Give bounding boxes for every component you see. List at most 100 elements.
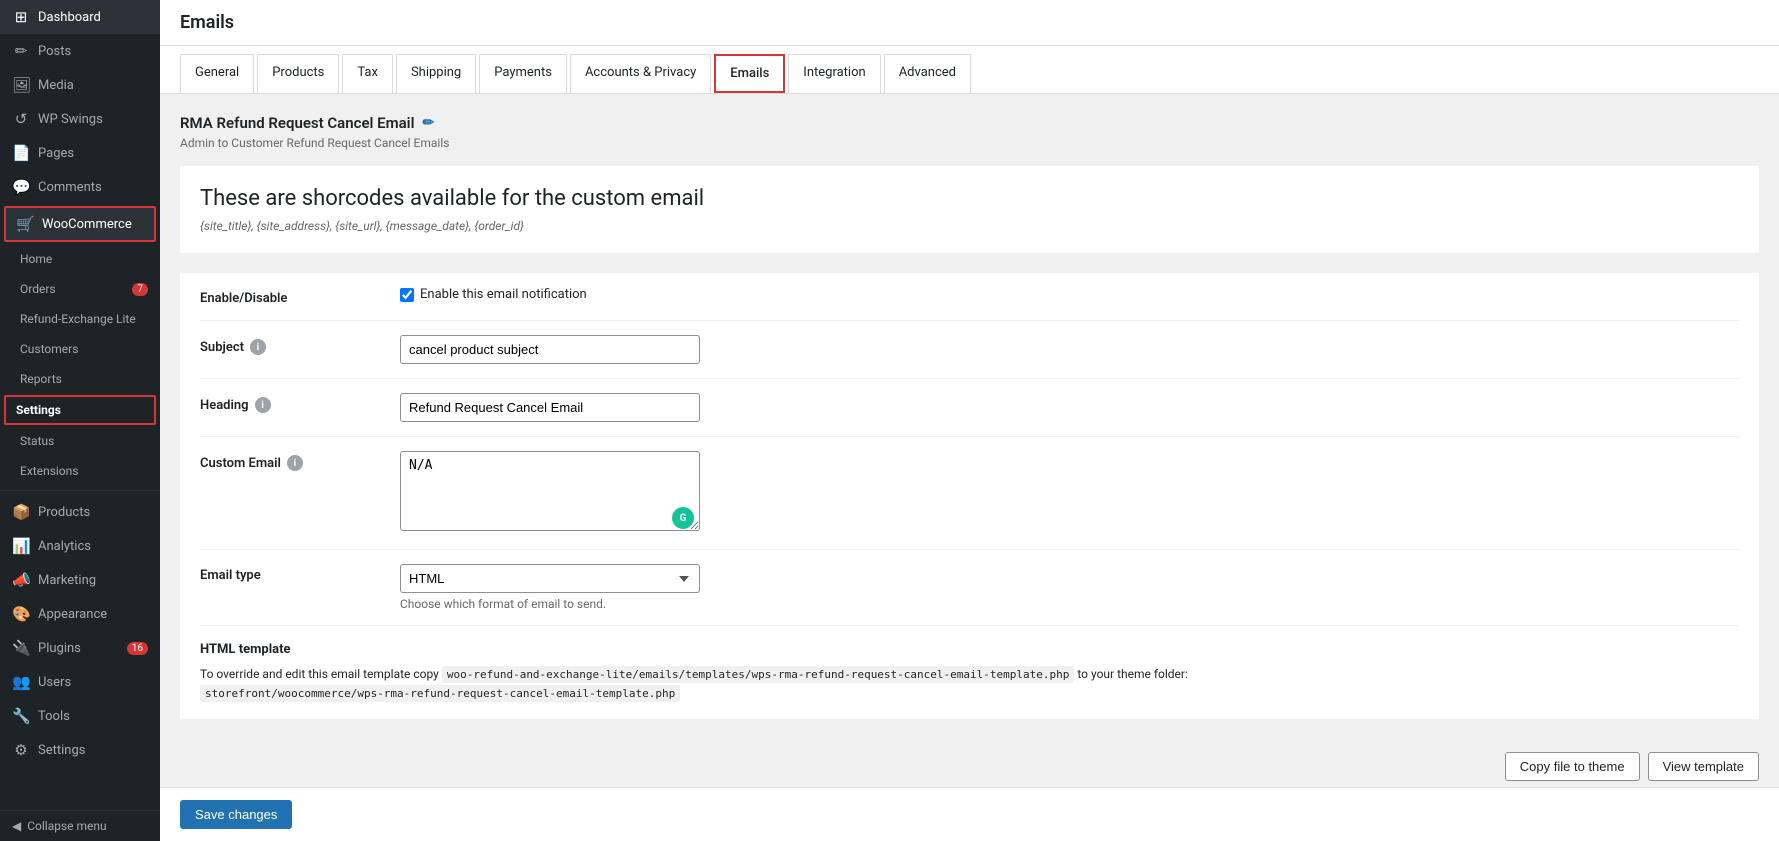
woocommerce-submenu: Home Orders 7 Refund-Exchange Lite Custo… [0, 244, 160, 486]
section-subtitle: Admin to Customer Refund Request Cancel … [180, 136, 1759, 150]
orders-badge: 7 [132, 283, 148, 296]
submenu-item-reports[interactable]: Reports [0, 364, 160, 394]
collapse-menu[interactable]: ◀ Collapse menu [0, 810, 160, 841]
sidebar-item-comments[interactable]: 💬 Comments [0, 170, 160, 204]
sidebar-item-users[interactable]: 👥 Users [0, 665, 160, 699]
template-actions: Copy file to theme View template [1505, 752, 1759, 781]
custom-email-info-icon[interactable]: i [287, 455, 303, 471]
tools-icon: 🔧 [12, 707, 30, 725]
tab-shipping[interactable]: Shipping [396, 54, 476, 93]
email-section-header: RMA Refund Request Cancel Email ✏ Admin … [180, 114, 1759, 150]
tabs-bar: General Products Tax Shipping Payments A… [160, 46, 1779, 94]
sidebar-item-dashboard[interactable]: ⊞ Dashboard [0, 0, 160, 34]
sidebar-item-appearance[interactable]: 🎨 Appearance [0, 597, 160, 631]
content-area: RMA Refund Request Cancel Email ✏ Admin … [160, 94, 1779, 787]
submenu-item-status[interactable]: Status [0, 426, 160, 456]
view-template-button[interactable]: View template [1648, 752, 1759, 781]
enable-checkbox-label[interactable]: Enable this email notification [420, 287, 587, 302]
subject-input[interactable] [400, 335, 700, 364]
subject-info-icon[interactable]: i [250, 339, 266, 355]
settings-icon: ⚙ [12, 741, 30, 759]
shortcodes-list: {site_title}, {site_address}, {site_url}… [200, 219, 1739, 233]
email-type-field: HTML Plain text Multipart Choose which f… [400, 564, 1739, 611]
tab-accounts-privacy[interactable]: Accounts & Privacy [570, 54, 711, 93]
sidebar-item-products[interactable]: 📦 Products [0, 495, 160, 529]
enable-label: Enable/Disable [200, 287, 400, 306]
sidebar-item-plugins[interactable]: 🔌 Plugins 16 [0, 631, 160, 665]
shortcodes-heading: These are shorcodes available for the cu… [200, 186, 1739, 211]
html-template-title: HTML template [200, 642, 1739, 657]
sidebar-item-wpswings[interactable]: ↺ WP Swings [0, 102, 160, 136]
section-title: RMA Refund Request Cancel Email ✏ [180, 114, 1759, 132]
form-table: Enable/Disable Enable this email notific… [180, 273, 1759, 626]
collapse-icon: ◀ [12, 819, 21, 833]
tab-emails[interactable]: Emails [714, 54, 785, 93]
sidebar-item-woocommerce[interactable]: 🛒 WooCommerce [4, 206, 156, 242]
page-title: Emails [180, 12, 1759, 33]
tab-general[interactable]: General [180, 54, 254, 93]
sidebar-item-settings[interactable]: ⚙ Settings [0, 733, 160, 767]
media-icon: 🖼 [12, 76, 30, 94]
sidebar-item-pages[interactable]: 📄 Pages [0, 136, 160, 170]
submenu-item-orders[interactable]: Orders 7 [0, 274, 160, 304]
submenu-item-customers[interactable]: Customers [0, 334, 160, 364]
html-template-text: To override and edit this email template… [200, 665, 1739, 703]
custom-email-field: N/A G [400, 451, 1739, 535]
submenu-item-extensions[interactable]: Extensions [0, 456, 160, 486]
copy-file-to-theme-button[interactable]: Copy file to theme [1505, 752, 1640, 781]
marketing-icon: 📣 [12, 571, 30, 589]
email-type-description: Choose which format of email to send. [400, 597, 1739, 611]
comments-icon: 💬 [12, 178, 30, 196]
tab-advanced[interactable]: Advanced [884, 54, 971, 93]
form-row-enable: Enable/Disable Enable this email notific… [200, 273, 1739, 321]
posts-icon: ✏ [12, 42, 30, 60]
sidebar-item-marketing[interactable]: 📣 Marketing [0, 563, 160, 597]
edit-pencil-icon[interactable]: ✏ [422, 115, 434, 131]
analytics-icon: 📊 [12, 537, 30, 555]
email-type-select[interactable]: HTML Plain text Multipart [400, 564, 700, 593]
tab-payments[interactable]: Payments [479, 54, 567, 93]
template-path-code: woo-refund-and-exchange-lite/emails/temp… [442, 666, 1075, 683]
tab-integration[interactable]: Integration [788, 54, 880, 93]
wpswings-icon: ↺ [12, 110, 30, 128]
grammarly-icon: G [672, 507, 694, 529]
form-row-subject: Subject i [200, 321, 1739, 379]
appearance-icon: 🎨 [12, 605, 30, 623]
form-row-heading: Heading i [200, 379, 1739, 437]
shortcodes-box: These are shorcodes available for the cu… [180, 166, 1759, 253]
save-changes-button[interactable]: Save changes [180, 800, 292, 829]
enable-checkbox[interactable] [400, 288, 414, 302]
dashboard-icon: ⊞ [12, 8, 30, 26]
products-icon: 📦 [12, 503, 30, 521]
save-bar: Save changes [160, 787, 1779, 841]
tab-products[interactable]: Products [257, 54, 339, 93]
sidebar-item-posts[interactable]: ✏ Posts [0, 34, 160, 68]
heading-field [400, 393, 1739, 422]
submenu-item-home[interactable]: Home [0, 244, 160, 274]
plugins-icon: 🔌 [12, 639, 30, 657]
plugins-badge: 16 [127, 642, 148, 655]
custom-email-label: Custom Email i [200, 451, 400, 471]
heading-label: Heading i [200, 393, 400, 413]
subject-label: Subject i [200, 335, 400, 355]
enable-field: Enable this email notification [400, 287, 1739, 302]
heading-info-icon[interactable]: i [255, 397, 271, 413]
sidebar-divider [0, 490, 160, 491]
sidebar-item-analytics[interactable]: 📊 Analytics [0, 529, 160, 563]
sidebar-item-media[interactable]: 🖼 Media [0, 68, 160, 102]
textarea-wrapper: N/A G [400, 451, 700, 535]
page-header: Emails [160, 0, 1779, 46]
sidebar-item-tools[interactable]: 🔧 Tools [0, 699, 160, 733]
subject-field [400, 335, 1739, 364]
pages-icon: 📄 [12, 144, 30, 162]
users-icon: 👥 [12, 673, 30, 691]
tab-tax[interactable]: Tax [342, 54, 393, 93]
sidebar: ⊞ Dashboard ✏ Posts 🖼 Media ↺ WP Swings … [0, 0, 160, 841]
custom-email-textarea[interactable]: N/A [400, 451, 700, 531]
submenu-item-refund[interactable]: Refund-Exchange Lite [0, 304, 160, 334]
form-row-email-type: Email type HTML Plain text Multipart Cho… [200, 550, 1739, 626]
submenu-item-settings[interactable]: Settings [4, 395, 156, 425]
theme-path-code: storefront/woocommerce/wps-rma-refund-re… [200, 685, 680, 702]
heading-input[interactable] [400, 393, 700, 422]
email-type-label: Email type [200, 564, 400, 583]
